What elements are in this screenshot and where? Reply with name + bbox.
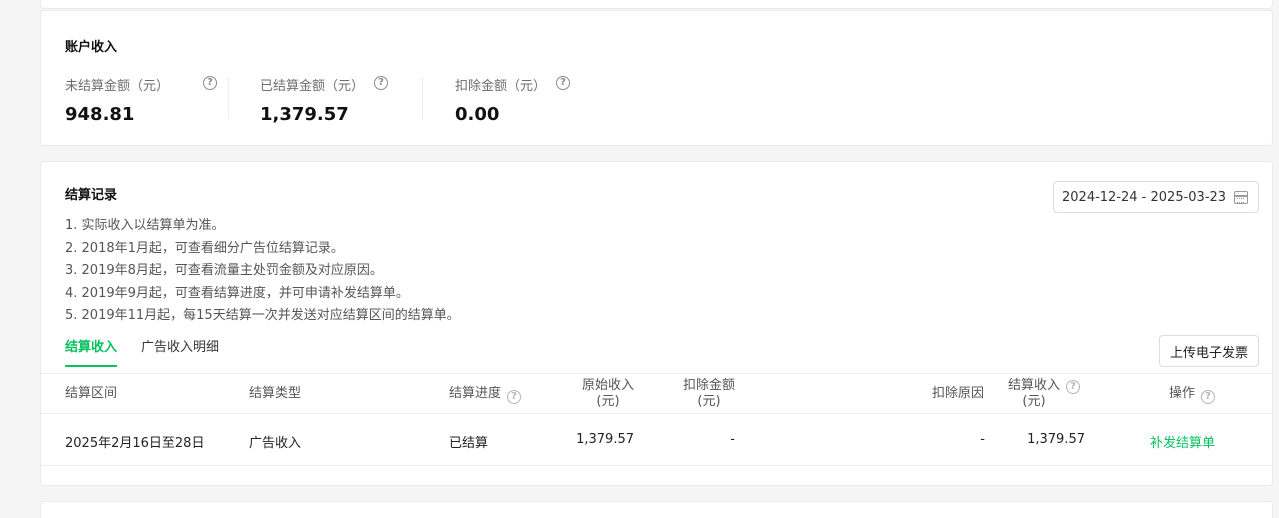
col-original-income-label: 原始收入: [581, 378, 634, 393]
tab-settlement-income[interactable]: 结算收入: [65, 336, 118, 367]
col-original-income-unit: (元): [596, 394, 620, 409]
metric-divider: [422, 77, 423, 119]
col-deduction-label: 扣除金额: [682, 378, 735, 393]
unsettled-amount-label: 未结算金额（元）: [65, 79, 170, 94]
col-type: 结算类型: [249, 386, 302, 401]
date-range-picker[interactable]: 2024-12-24 - 2025-03-23: [1053, 181, 1259, 213]
cell-deduction: -: [730, 432, 735, 447]
settled-amount: 已结算金额（元） ? 1,379.57: [260, 75, 388, 125]
col-action-label: 操作: [1169, 386, 1196, 401]
help-icon[interactable]: ?: [1201, 390, 1216, 404]
col-deduction: 扣除金额 (元): [682, 378, 736, 410]
col-original-income: 原始收入 (元): [581, 378, 635, 410]
help-icon[interactable]: ?: [507, 390, 522, 404]
tab-ad-income-detail[interactable]: 广告收入明细: [141, 336, 219, 365]
col-settled-income-unit: (元): [1022, 394, 1046, 409]
account-income-title: 账户收入: [65, 40, 118, 55]
cell-settled-income: 1,379.57: [1027, 432, 1085, 447]
date-range-value: 2024-12-24 - 2025-03-23: [1062, 189, 1227, 205]
upload-invoice-button[interactable]: 上传电子发票: [1159, 335, 1259, 367]
note-item: 1. 实际收入以结算单为准。: [65, 218, 225, 233]
account-income-card: 账户收入 未结算金额（元） ? 948.81 已结算金额（元） ? 1,379.…: [40, 10, 1273, 146]
calendar-icon: [1234, 191, 1248, 204]
settled-amount-value: 1,379.57: [260, 104, 349, 125]
help-icon[interactable]: ?: [1066, 380, 1081, 394]
note-item: 2. 2018年1月起，可查看细分广告位结算记录。: [65, 240, 344, 256]
col-progress: 结算进度?: [449, 386, 522, 404]
cell-period: 2025年2月16日至28日: [65, 436, 205, 451]
col-action: 操作?: [1169, 386, 1216, 404]
settled-amount-label: 已结算金额（元）: [260, 79, 365, 94]
help-icon[interactable]: ?: [556, 76, 570, 90]
note-item: 5. 2019年11月起，每15天结算一次并发送对应结算区间的结算单。: [65, 308, 460, 323]
cell-deduction-reason: -: [980, 432, 985, 447]
help-icon[interactable]: ?: [203, 76, 217, 90]
col-period: 结算区间: [65, 386, 118, 401]
table-header: 结算区间 结算类型 结算进度? 原始收入 (元) 扣除金额 (元) 扣除原因 结…: [41, 373, 1272, 414]
top-card-edge: [40, 0, 1273, 9]
next-card-edge: [40, 501, 1273, 518]
cell-original-income: 1,379.57: [576, 432, 634, 447]
col-settled-income-label: 结算收入: [1008, 378, 1061, 393]
settlement-records-card: 结算记录 2024-12-24 - 2025-03-23 1. 实际收入以结算单…: [40, 161, 1273, 486]
unsettled-amount-value: 948.81: [65, 104, 135, 125]
table-row: 2025年2月16日至28日 广告收入 已结算 1,379.57 - - 1,3…: [41, 414, 1272, 466]
reissue-statement-link[interactable]: 补发结算单: [1150, 432, 1215, 451]
cell-progress: 已结算: [449, 436, 489, 451]
note-item: 4. 2019年9月起，可查看结算进度，并可申请补发结算单。: [65, 285, 409, 301]
col-deduction-unit: (元): [697, 394, 721, 409]
deduction-amount: 扣除金额（元） ? 0.00: [455, 75, 570, 125]
col-progress-label: 结算进度: [449, 386, 502, 401]
help-icon[interactable]: ?: [374, 76, 388, 90]
col-settled-income: 结算收入 (元) ?: [1008, 378, 1081, 410]
unsettled-amount: 未结算金额（元） ? 948.81: [65, 75, 217, 125]
col-deduction-reason: 扣除原因: [932, 386, 985, 401]
cell-type: 广告收入: [249, 436, 302, 451]
note-item: 3. 2019年8月起，可查看流量主处罚金额及对应原因。: [65, 263, 383, 278]
deduction-amount-value: 0.00: [455, 104, 500, 125]
metric-divider: [228, 77, 229, 119]
settlement-notes: 1. 实际收入以结算单为准。 2. 2018年1月起，可查看细分广告位结算记录。…: [65, 215, 460, 328]
deduction-amount-label: 扣除金额（元）: [455, 79, 547, 94]
settlement-records-title: 结算记录: [65, 188, 118, 203]
